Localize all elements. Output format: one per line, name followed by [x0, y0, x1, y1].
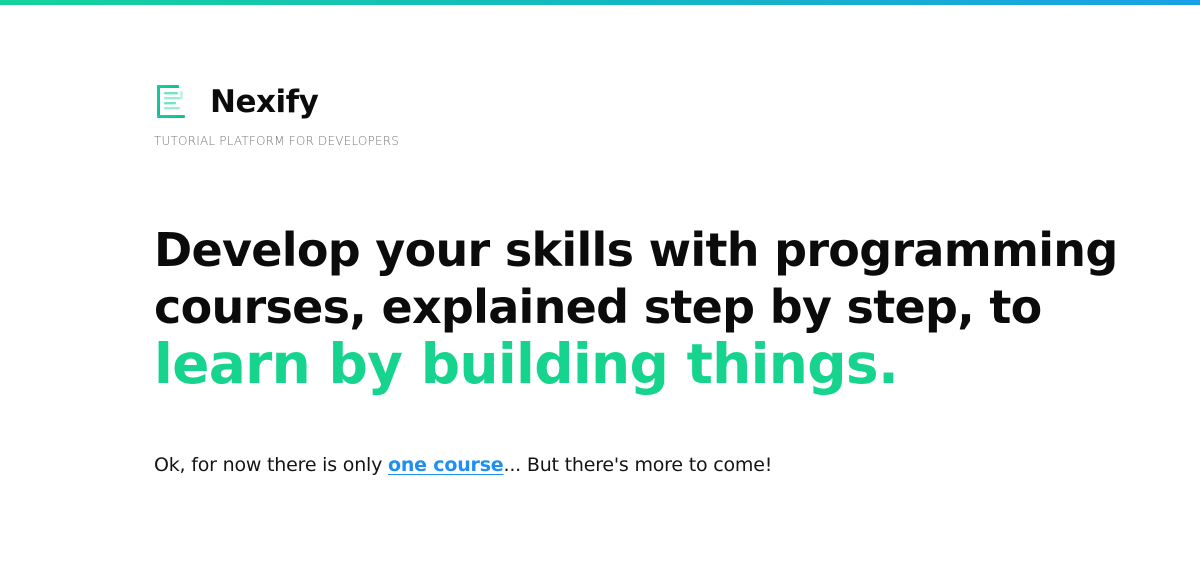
headline-accent: learn by building things.	[154, 332, 899, 396]
hero-container: Nexify TUTORIAL PLATFORM FOR DEVELOPERS …	[154, 80, 1134, 495]
brand[interactable]: Nexify	[154, 80, 1134, 124]
brand-name: Nexify	[210, 84, 319, 120]
intro-text: Ok, for now there is only one course... …	[154, 454, 1134, 476]
brand-tagline: TUTORIAL PLATFORM FOR DEVELOPERS	[154, 134, 400, 148]
intro-after-link: ... But there's more to come!	[503, 454, 773, 476]
top-gradient-bar	[0, 0, 1200, 5]
headline-text: Develop your skills with programming cou…	[154, 223, 1118, 334]
hero-headline: Develop your skills with programming cou…	[154, 222, 1129, 396]
intro-before-link: Ok, for now there is only	[154, 454, 388, 476]
one-course-link[interactable]: one course	[388, 454, 504, 476]
document-lines-icon	[157, 85, 185, 118]
